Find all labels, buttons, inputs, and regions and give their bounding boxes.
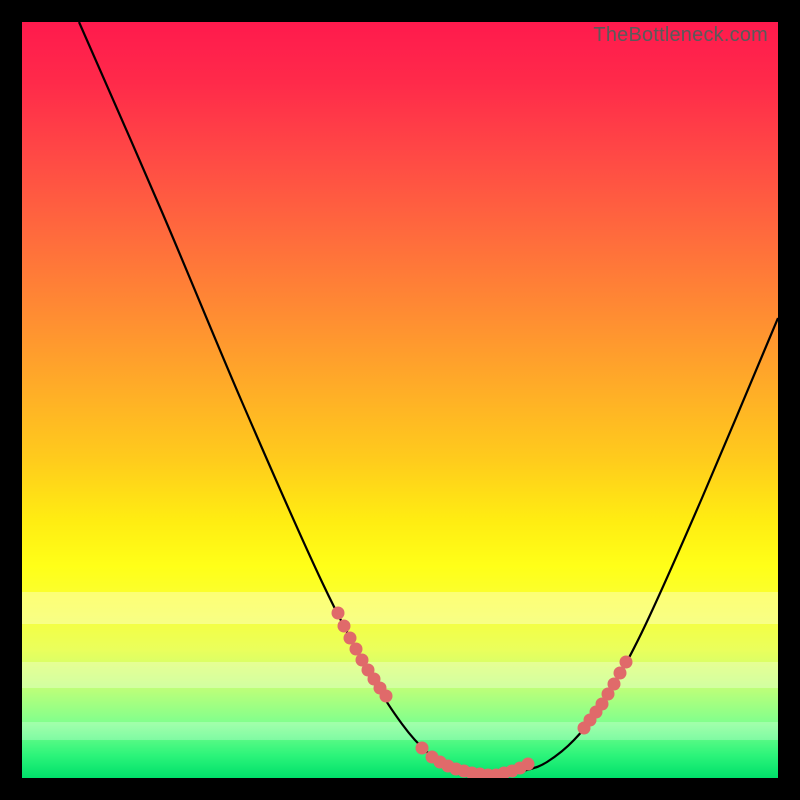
data-dot xyxy=(350,643,363,656)
chart-plot-area: TheBottleneck.com xyxy=(22,22,778,778)
data-dot xyxy=(416,742,429,755)
data-dot xyxy=(620,656,633,669)
data-dot xyxy=(614,667,627,680)
bottleneck-curve xyxy=(79,22,778,775)
data-dot xyxy=(332,607,345,620)
data-dot xyxy=(522,758,535,771)
data-dot xyxy=(338,620,351,633)
attribution-text: TheBottleneck.com xyxy=(593,24,768,47)
data-dot xyxy=(608,678,621,691)
data-dot xyxy=(380,690,393,703)
data-dot xyxy=(344,632,357,645)
chart-svg xyxy=(22,22,778,778)
